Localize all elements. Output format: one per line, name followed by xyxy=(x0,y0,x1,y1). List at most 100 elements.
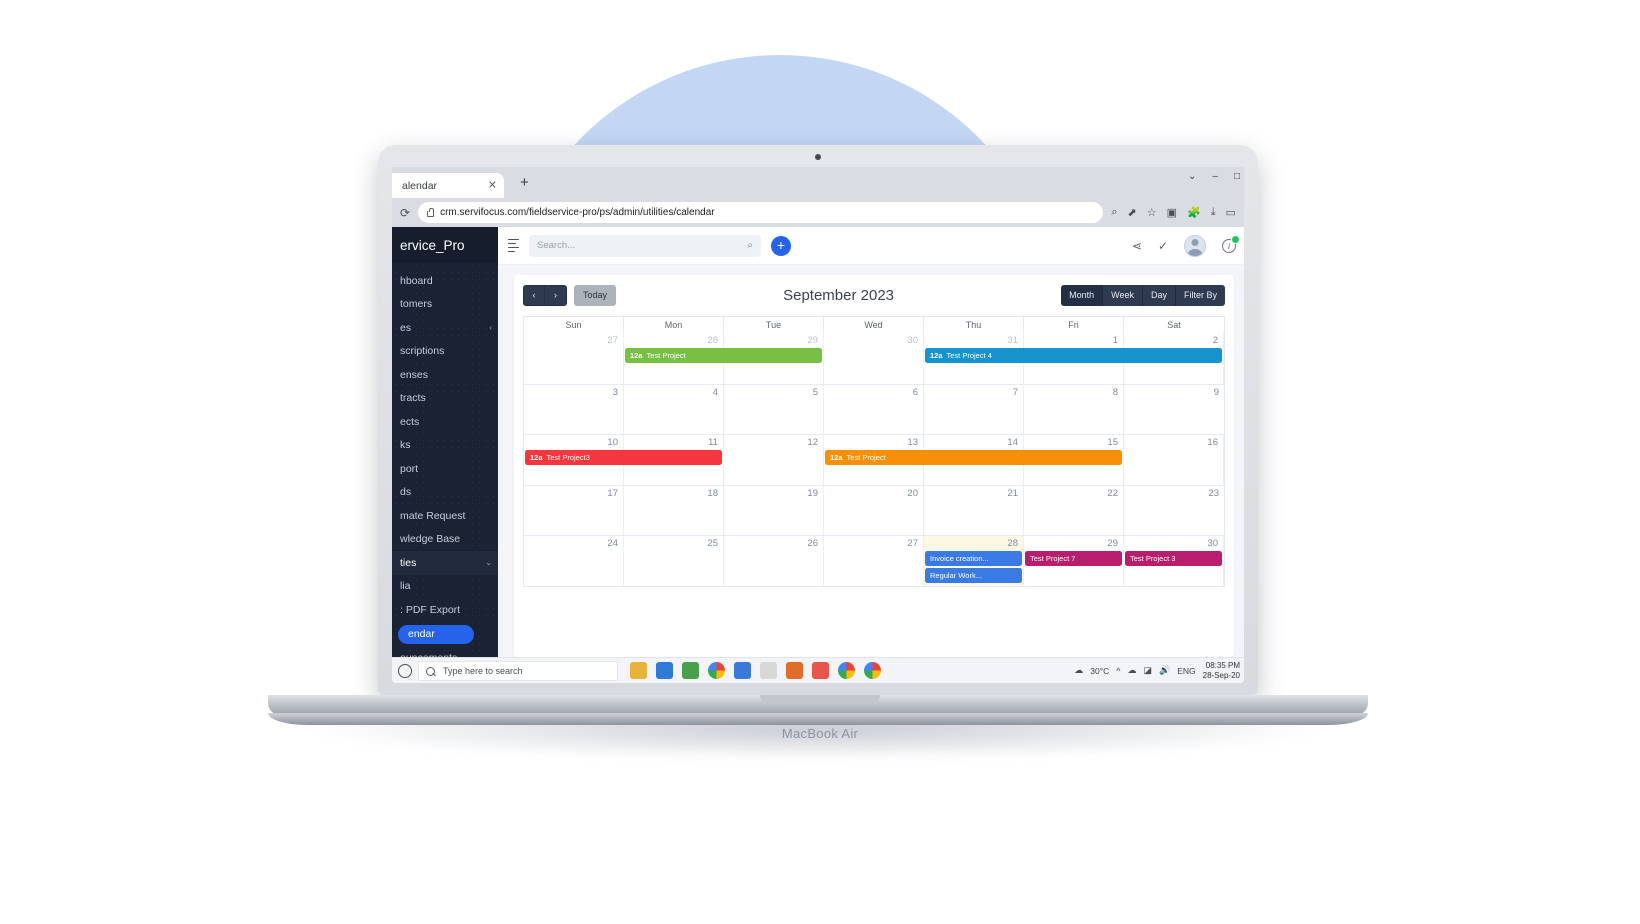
sidebar-item-6[interactable]: ects xyxy=(392,410,498,434)
avatar[interactable] xyxy=(1184,234,1206,257)
calendar-day-cell[interactable]: 9 xyxy=(1124,385,1224,435)
weather-icon[interactable]: ☁ xyxy=(1074,665,1083,676)
prev-month-button[interactable]: ‹ xyxy=(523,284,545,306)
search-icon[interactable]: ⌕ xyxy=(747,240,753,251)
tab-title: alendar xyxy=(402,179,438,192)
sidebar-item-5[interactable]: tracts xyxy=(392,387,498,411)
calendar-day-cell[interactable]: 17 xyxy=(524,485,624,535)
search-icon[interactable]: ⌕ xyxy=(1111,206,1117,219)
calendar-event[interactable]: 12a Test Project 4 xyxy=(924,348,1222,363)
sidebar-item-4[interactable]: enses xyxy=(392,363,498,387)
sidebar-item-announcements[interactable]: ouncements xyxy=(392,647,498,657)
sidebar-item-7[interactable]: ks xyxy=(392,434,498,458)
taskbar-app-5[interactable] xyxy=(760,662,777,679)
calendar-event[interactable]: 12a Test Project xyxy=(825,450,1122,465)
clock[interactable]: 08:35 PM 28-Sep-20 xyxy=(1203,661,1240,679)
calendar-day-cell[interactable]: 25 xyxy=(624,536,724,586)
network-icon[interactable]: ◪ xyxy=(1143,665,1152,676)
address-bar[interactable]: crm.servifocus.com/fieldservice-pro/ps/a… xyxy=(418,202,1104,223)
calendar-day-cell[interactable]: 22 xyxy=(1024,485,1124,535)
chevron-down-icon[interactable]: ⌄ xyxy=(1188,171,1196,182)
calendar-event[interactable]: 12a Test Project xyxy=(624,348,822,363)
search-input[interactable]: Search... ⌕ xyxy=(529,234,761,257)
screenshot-icon[interactable]: ▣ xyxy=(1167,206,1177,219)
downloads-icon[interactable]: ⤓ xyxy=(1211,206,1216,219)
language-indicator[interactable]: ENG xyxy=(1177,666,1195,676)
taskbar-app-1[interactable] xyxy=(656,662,673,679)
calendar-day-cell[interactable]: 8 xyxy=(1024,384,1124,434)
sidebar-item-12[interactable]: ties ⌄ xyxy=(392,551,498,575)
onedrive-icon[interactable]: ☁ xyxy=(1127,665,1136,676)
calendar-event[interactable]: Test Project 3 xyxy=(1125,551,1222,566)
sidebar-item-8[interactable]: port xyxy=(392,457,498,481)
calendar-event[interactable]: Invoice creation... xyxy=(924,551,1022,566)
calendar-day-cell[interactable]: 24 xyxy=(524,536,624,586)
view-button-month[interactable]: Month xyxy=(1061,284,1104,306)
sidebar-item-10[interactable]: mate Request xyxy=(392,504,498,528)
sidebar-item-14[interactable]: : PDF Export xyxy=(392,598,498,622)
chevron-up-icon[interactable]: ^ xyxy=(1116,666,1120,676)
taskbar-app-7[interactable] xyxy=(812,662,829,679)
sidepanel-icon[interactable]: ▭ xyxy=(1226,206,1236,219)
calendar-day-cell[interactable]: 20 xyxy=(824,485,924,535)
taskbar-search-input[interactable]: Type here to search xyxy=(418,660,618,681)
new-tab-icon[interactable]: + xyxy=(520,175,529,190)
reload-icon[interactable]: ⟳ xyxy=(400,206,410,220)
view-button-filter-by[interactable]: Filter By xyxy=(1175,284,1225,306)
volume-icon[interactable]: 🔊 xyxy=(1159,665,1170,676)
bookmark-star-icon[interactable]: ☆ xyxy=(1147,206,1157,219)
page-content: ‹ › Today September 2023 Month Week Day Fil… xyxy=(498,265,1244,657)
taskbar-apps xyxy=(630,662,881,679)
start-icon[interactable] xyxy=(398,663,412,678)
menu-toggle-icon[interactable] xyxy=(508,238,519,253)
minimize-icon[interactable]: – xyxy=(1212,171,1218,182)
sidebar-item-13[interactable]: lia xyxy=(392,575,498,599)
calendar-day-cell[interactable]: 19 xyxy=(724,485,824,535)
share-icon[interactable]: ⋖ xyxy=(1132,239,1142,253)
taskbar-app-6[interactable] xyxy=(786,662,803,679)
sidebar-item-11[interactable]: wledge Base xyxy=(392,528,498,552)
taskbar-app-0[interactable] xyxy=(630,662,647,679)
view-button-day[interactable]: Day xyxy=(1142,284,1176,306)
calendar-day-cell[interactable]: 27 xyxy=(824,536,924,586)
calendar-day-cell[interactable]: 27 xyxy=(524,333,624,384)
calendar-day-cell[interactable]: 30 xyxy=(824,333,924,384)
sidebar-item-label: hboard xyxy=(400,274,433,287)
sidebar-item-calendar[interactable]: endar xyxy=(398,624,474,644)
check-icon[interactable]: ✓ xyxy=(1158,239,1168,253)
next-month-button[interactable]: › xyxy=(545,284,567,306)
add-button[interactable]: + xyxy=(771,235,791,256)
taskbar-app-2[interactable] xyxy=(682,662,699,679)
taskbar-app-3[interactable] xyxy=(708,662,725,679)
browser-tab[interactable]: alendar ✕ xyxy=(392,173,504,198)
sidebar-item-3[interactable]: scriptions xyxy=(392,340,498,364)
taskbar-app-9[interactable] xyxy=(864,662,881,679)
calendar-event[interactable]: Regular Work... xyxy=(924,568,1022,583)
calendar-day-cell[interactable]: 6 xyxy=(824,384,924,434)
calendar-day-cell[interactable]: 21 xyxy=(924,485,1024,535)
sidebar-item-2[interactable]: es ‹ xyxy=(392,316,498,340)
sidebar-item-9[interactable]: ds xyxy=(392,481,498,505)
calendar-day-cell[interactable]: 16 xyxy=(1124,435,1224,485)
maximize-icon[interactable]: □ xyxy=(1234,171,1240,182)
view-button-week[interactable]: Week xyxy=(1103,284,1143,306)
calendar-day-cell[interactable]: 7 xyxy=(924,384,1024,434)
calendar-event[interactable]: 12a Test Project3 xyxy=(525,450,722,465)
extensions-icon[interactable]: 🧩 xyxy=(1187,206,1201,219)
close-icon[interactable]: ✕ xyxy=(488,180,497,191)
calendar-day-cell[interactable]: 23 xyxy=(1124,486,1224,536)
calendar-day-cell[interactable]: 26 xyxy=(724,536,824,586)
calendar-day-cell[interactable]: 4 xyxy=(624,384,724,434)
calendar-event[interactable]: Test Project 7 xyxy=(1025,551,1122,566)
calendar-day-cell[interactable]: 5 xyxy=(724,384,824,434)
topbar-actions: ⋖ ✓ i xyxy=(1132,234,1240,257)
sidebar-item-1[interactable]: tomers xyxy=(392,293,498,317)
today-button[interactable]: Today xyxy=(574,284,617,306)
calendar-day-cell[interactable]: 18 xyxy=(624,485,724,535)
share-icon[interactable]: ⬈ xyxy=(1128,206,1137,219)
sidebar-item-0[interactable]: hboard xyxy=(392,269,498,293)
calendar-day-cell[interactable]: 3 xyxy=(524,384,624,434)
taskbar-app-4[interactable] xyxy=(734,662,751,679)
taskbar-app-8[interactable] xyxy=(838,662,855,679)
calendar-day-cell[interactable]: 12 xyxy=(724,435,824,485)
